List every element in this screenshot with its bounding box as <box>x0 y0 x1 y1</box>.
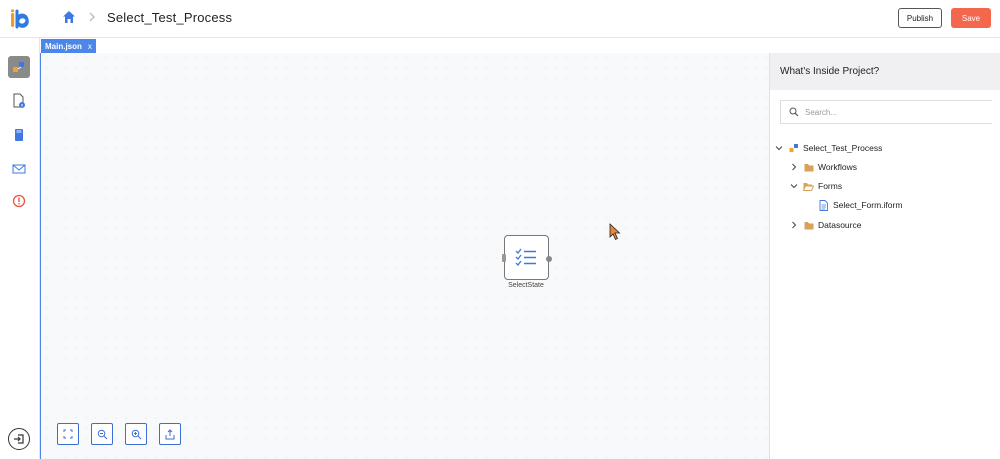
sidebar-item-process[interactable] <box>8 56 30 78</box>
canvas-toolbar <box>57 423 181 445</box>
publish-button[interactable]: Publish <box>898 8 942 28</box>
tree-item-label: Select_Form.iform <box>833 200 903 210</box>
tree-item-select-form[interactable]: Select_Form.iform <box>818 198 902 212</box>
chevron-right-icon[interactable] <box>789 220 799 230</box>
zoom-in-button[interactable] <box>125 423 147 445</box>
tree-item-root[interactable]: Select_Test_Process <box>774 141 882 155</box>
tree-item-label: Select_Test_Process <box>803 143 883 153</box>
tab-label: Main.json <box>45 41 82 51</box>
app-root: Select_Test_Process Publish Save Main.js… <box>0 0 1000 459</box>
sidebar-item-document[interactable] <box>8 90 30 112</box>
tree-item-forms[interactable]: Forms <box>789 179 842 193</box>
fit-screen-button[interactable] <box>57 423 79 445</box>
workflow-canvas[interactable]: SelectState <box>40 53 769 459</box>
workflow-node-selectstate[interactable] <box>502 235 552 280</box>
notebook-icon <box>15 129 23 141</box>
chevron-right-icon[interactable] <box>789 162 799 172</box>
tab-main-json[interactable]: Main.json x <box>41 39 96 53</box>
chevron-down-icon[interactable] <box>774 143 784 153</box>
export-button[interactable] <box>159 423 181 445</box>
tab-close-icon[interactable]: x <box>88 42 92 51</box>
panel-title: What's Inside Project? <box>770 53 1000 90</box>
document-info-icon <box>13 93 25 108</box>
project-explorer-panel: What's Inside Project? Selec <box>769 53 1000 459</box>
chevron-right-icon <box>89 12 95 22</box>
left-sidebar <box>0 38 40 459</box>
mouse-pointer-icon <box>609 223 621 241</box>
export-icon <box>165 428 175 439</box>
process-icon <box>788 143 799 154</box>
folder-open-icon <box>803 181 814 192</box>
file-icon <box>818 199 829 211</box>
home-icon[interactable] <box>62 10 76 24</box>
zoom-out-button[interactable] <box>91 423 113 445</box>
process-icon <box>13 62 24 72</box>
search-box <box>780 100 992 124</box>
collapse-sidebar-button[interactable] <box>8 428 30 450</box>
top-header: Select_Test_Process Publish Save <box>0 0 1000 38</box>
mail-icon <box>12 164 26 174</box>
tree-item-label: Forms <box>818 181 843 191</box>
tree-item-datasource[interactable]: Datasource <box>789 218 861 232</box>
chevron-down-icon[interactable] <box>789 181 799 191</box>
app-logo-icon[interactable] <box>10 9 32 29</box>
sidebar-item-alerts[interactable] <box>8 190 30 212</box>
search-icon <box>789 107 799 117</box>
tree-item-label: Workflows <box>818 162 858 172</box>
alert-circle-icon <box>12 194 26 208</box>
node-input-port[interactable] <box>502 254 506 262</box>
folder-icon <box>803 162 814 173</box>
node-label: SelectState <box>508 282 544 289</box>
search-input[interactable] <box>805 107 965 117</box>
checklist-icon <box>515 248 536 266</box>
tree-item-workflows[interactable]: Workflows <box>789 160 857 174</box>
folder-icon <box>803 220 814 231</box>
fit-screen-icon <box>63 429 73 439</box>
sidebar-item-mail[interactable] <box>8 158 30 180</box>
zoom-in-icon <box>131 429 141 439</box>
page-title: Select_Test_Process <box>107 10 233 25</box>
exit-panel-icon <box>14 434 24 444</box>
sidebar-item-notebook[interactable] <box>8 124 30 146</box>
tree-item-label: Datasource <box>818 220 862 230</box>
node-output-port[interactable] <box>546 256 552 262</box>
zoom-out-icon <box>97 429 107 439</box>
save-button[interactable]: Save <box>951 8 991 28</box>
